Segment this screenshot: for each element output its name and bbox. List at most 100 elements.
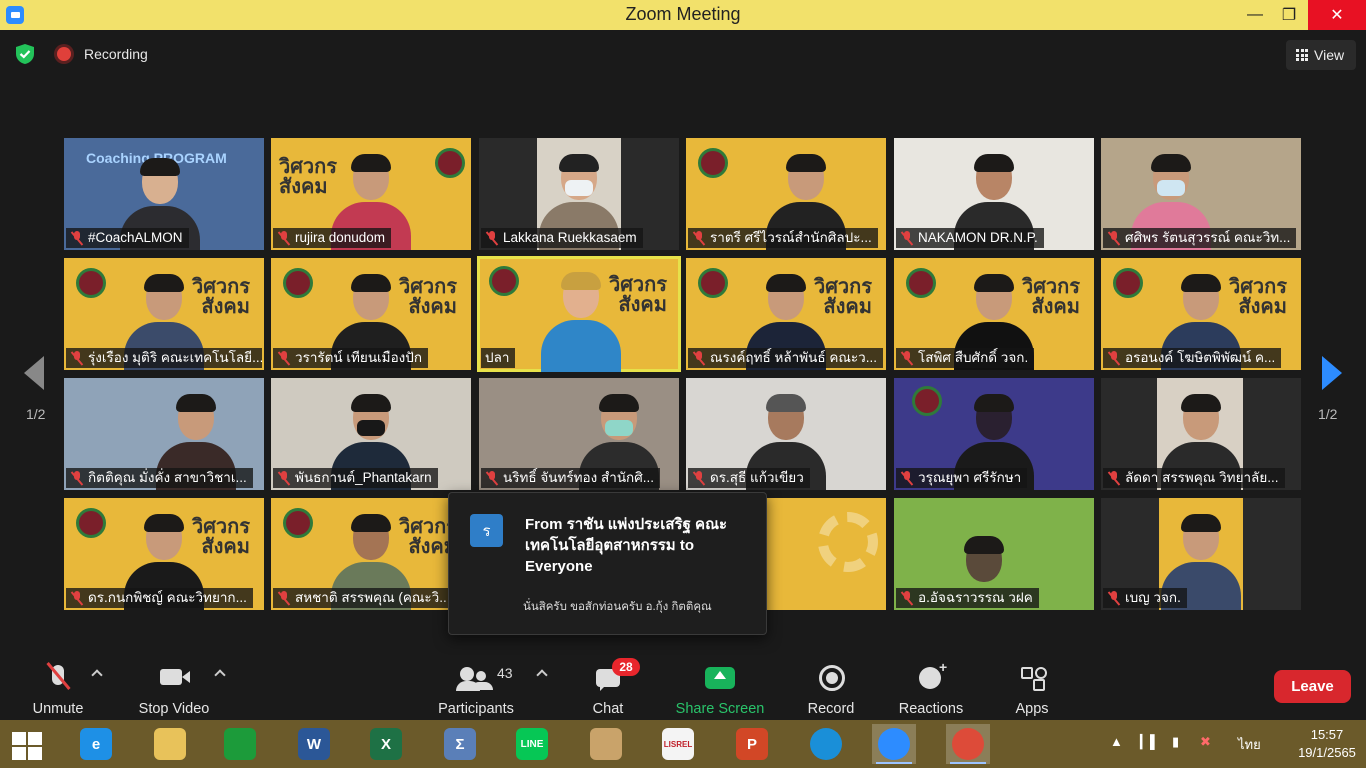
video-tile[interactable]: วิศวกร สังคม อรอนงค์ โฆษิตพิพัฒน์ ค... <box>1101 258 1301 370</box>
title-bar: Zoom Meeting — ❐ ✕ <box>0 0 1366 30</box>
windows-taskbar: e W X Σ LINE LISREL P ▲ ▎▌ ▮ ✖ ไทย 15:57 19/1/… <box>0 720 1366 768</box>
video-tile[interactable]: วิศวกร สังคม วรารัตน์ เทียนเมืองปัก <box>271 258 471 370</box>
reactions-button[interactable]: Reactions <box>896 655 966 720</box>
video-tile[interactable]: เบญ วจก. <box>1101 498 1301 610</box>
share-screen-button[interactable]: Share Screen <box>674 655 766 720</box>
mic-muted-icon <box>70 351 84 365</box>
recording-dot-icon <box>57 47 71 61</box>
next-page-arrow-icon[interactable] <box>1322 356 1342 390</box>
network-disconnected-icon[interactable]: ✖ <box>1200 734 1211 750</box>
video-tile[interactable]: วรุณยุพา ศรีรักษา <box>894 378 1094 490</box>
participant-name: เบญ วจก. <box>1103 588 1187 608</box>
chat-sender-line: From ราชัน แพ่งประเสริฐ คณะเทคโนโลยีอุตส… <box>525 516 728 575</box>
video-tile[interactable]: วิศวกร สังคม ดร.กนกพิชญ์ คณะวิทยาก... <box>64 498 264 610</box>
taskbar-excel-icon[interactable]: X <box>364 724 408 764</box>
video-tile[interactable]: ราตรี ศรีไวรณ์สำนักศิลปะ... <box>686 138 886 250</box>
paint-glyph <box>590 728 622 760</box>
powerpoint-glyph: P <box>736 728 768 760</box>
participant-name: Lakkana Ruekkasaem <box>481 228 643 248</box>
taskbar-paint-icon[interactable] <box>584 724 628 764</box>
video-tile[interactable]: วิศวกร สังคม สหชาติ สรรพคุณ (คณะวิ... <box>271 498 471 610</box>
participant-name: พันธกานต์_Phantakarn <box>273 468 438 488</box>
video-tile[interactable]: วิศวกร สังคม โสพิศ สืบศักดิ์ วจก. <box>894 258 1094 370</box>
clock-time: 15:57 <box>1310 727 1344 742</box>
audio-options-caret-icon[interactable] <box>91 669 103 681</box>
chat-unread-badge: 28 <box>612 658 640 676</box>
mic-muted-icon <box>1107 471 1121 485</box>
language-indicator[interactable]: ไทย <box>1238 734 1261 755</box>
mic-muted-icon <box>900 231 914 245</box>
participant-name: rujira donudom <box>273 228 392 248</box>
taskbar-line-icon[interactable]: LINE <box>510 724 554 764</box>
edge-glyph <box>810 728 842 760</box>
window-title: Zoom Meeting <box>625 4 741 24</box>
video-tile[interactable]: Lakkana Ruekkasaem <box>479 138 679 250</box>
maximize-button[interactable]: ❐ <box>1266 0 1312 30</box>
taskbar-chrome-icon[interactable] <box>946 724 990 764</box>
close-button[interactable]: ✕ <box>1308 0 1366 30</box>
mic-muted-icon <box>1107 591 1121 605</box>
meeting-topbar: Recording View <box>0 30 1366 80</box>
video-tile[interactable]: พันธกานต์_Phantakarn <box>271 378 471 490</box>
video-camera-icon <box>154 659 194 697</box>
mic-muted-icon <box>70 231 84 245</box>
record-button[interactable]: Record <box>806 655 856 720</box>
view-button[interactable]: View <box>1286 40 1356 70</box>
active-speaker-tile[interactable]: วิศวกร สังคม ปลา <box>477 256 681 372</box>
video-tile[interactable]: อ.อัจฉราวรรณ วฝค <box>894 498 1094 610</box>
taskbar-word-icon[interactable]: W <box>292 724 336 764</box>
view-label: View <box>1314 47 1345 63</box>
taskbar-zoom-icon[interactable] <box>872 724 916 764</box>
meeting-toolbar: Unmute Stop Video Participants 43 Chat 2… <box>0 655 1366 720</box>
line-glyph: LINE <box>516 728 548 760</box>
video-options-caret-icon[interactable] <box>214 669 226 681</box>
calculator-glyph: Σ <box>444 728 476 760</box>
tray-expand-icon[interactable]: ▲ <box>1110 734 1123 749</box>
participants-count: 43 <box>497 665 513 681</box>
apps-button[interactable]: Apps <box>1012 655 1052 720</box>
shield-icon[interactable] <box>14 43 36 65</box>
signal-icon[interactable]: ▎▌ <box>1140 734 1159 750</box>
participant-name: ศศิพร รัตนสุวรรณ์ คณะวิท... <box>1103 228 1297 248</box>
stop-video-button[interactable]: Stop Video <box>134 655 214 720</box>
taskbar-powerpoint-icon[interactable]: P <box>730 724 774 764</box>
participant-name: ดร.สุธี แก้วเขียว <box>688 468 810 488</box>
leave-button[interactable]: Leave <box>1274 670 1351 703</box>
video-tile[interactable]: วิศวกร สังคม ณรงค์ฤทธิ์ หล้าพันธ์ คณะว..… <box>686 258 886 370</box>
video-tile[interactable]: กิตติคุณ มั่งคั่ง สาขาวิชาเ... <box>64 378 264 490</box>
chat-notification-popup[interactable]: ร From ราชัน แพ่งประเสริฐ คณะเทคโนโลยีอุ… <box>448 492 767 635</box>
previous-page-arrow-icon[interactable] <box>24 356 44 390</box>
video-tile[interactable]: วิศวกร สังคม รุ่งเรือง มุติริ คณะเทคโนโล… <box>64 258 264 370</box>
mic-muted-icon <box>900 471 914 485</box>
taskbar-calculator-icon[interactable]: Σ <box>438 724 482 764</box>
taskbar-internet-explorer-icon[interactable]: e <box>74 724 118 764</box>
video-tile[interactable]: NAKAMON DR.N.P. <box>894 138 1094 250</box>
unmute-button[interactable]: Unmute <box>28 655 88 720</box>
windows-start-icon[interactable] <box>10 730 44 760</box>
page-indicator-right: 1/2 <box>1318 406 1338 422</box>
taskbar-lisrel-icon[interactable]: LISREL <box>656 724 700 764</box>
taskbar-edge-icon[interactable] <box>804 724 848 764</box>
battery-icon[interactable]: ▮ <box>1172 734 1179 750</box>
participant-name: วรารัตน์ เทียนเมืองปัก <box>273 348 429 368</box>
participant-name: วรุณยุพา ศรีรักษา <box>896 468 1028 488</box>
recording-label: Recording <box>84 46 148 62</box>
mic-muted-icon <box>1107 231 1121 245</box>
video-tile[interactable]: วิศวกร สังคม rujira donudom <box>271 138 471 250</box>
taskbar-store-icon[interactable] <box>218 724 262 764</box>
participant-name: #CoachALMON <box>66 228 189 248</box>
participant-name: อ.อัจฉราวรรณ วฝค <box>896 588 1039 608</box>
system-clock[interactable]: 15:57 19/1/2565 <box>1296 726 1358 762</box>
video-tile[interactable]: Coaching PROGRAM #CoachALMON <box>64 138 264 250</box>
video-tile[interactable]: ลัดดา สรรพคุณ วิทยาลัย... <box>1101 378 1301 490</box>
participant-name: รุ่งเรือง มุติริ คณะเทคโนโลยี... <box>66 348 262 368</box>
participants-options-caret-icon[interactable] <box>536 669 548 681</box>
video-tile[interactable]: นริทธิ์ จันทร์ทอง สำนักศิ... <box>479 378 679 490</box>
apps-icon <box>1012 659 1052 697</box>
internet-explorer-glyph: e <box>80 728 112 760</box>
video-tile[interactable]: ศศิพร รัตนสุวรรณ์ คณะวิท... <box>1101 138 1301 250</box>
participant-name: NAKAMON DR.N.P. <box>896 228 1044 248</box>
taskbar-file-explorer-icon[interactable] <box>148 724 192 764</box>
participants-icon <box>456 659 496 697</box>
video-tile[interactable]: ดร.สุธี แก้วเขียว <box>686 378 886 490</box>
